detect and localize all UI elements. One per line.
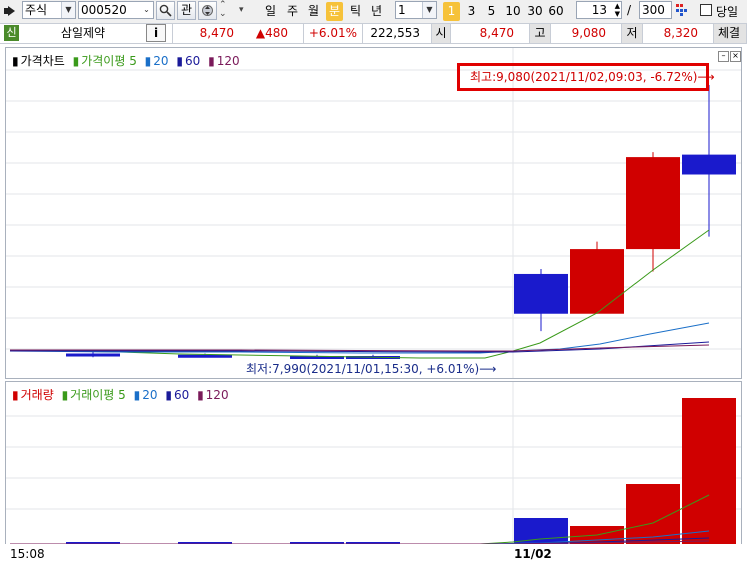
- search-button[interactable]: [156, 1, 175, 20]
- count-value: 13: [591, 3, 607, 17]
- quick-interval-30[interactable]: 30: [525, 2, 545, 21]
- period-day[interactable]: 일: [262, 2, 279, 21]
- open-price: 8,470: [479, 26, 514, 40]
- legend-label: 20: [142, 388, 158, 402]
- magnifier-icon: [159, 4, 172, 17]
- low-price-annotation: 최저:7,990(2021/11/01,15:30, +6.01%)⟶: [246, 362, 497, 376]
- today-label: 당일: [716, 5, 739, 19]
- count-separator: /: [627, 3, 632, 17]
- quick-interval-10[interactable]: 10: [503, 2, 523, 21]
- settings-button[interactable]: [198, 1, 217, 20]
- spin-arrows-icon: ▲ ▼: [614, 2, 620, 18]
- legend-label: 120: [216, 54, 240, 68]
- market-select-value: 주식: [25, 3, 48, 17]
- legend-volume: ▮ 거래량: [12, 388, 54, 402]
- legend-vol-ma60: ▮ 60: [165, 388, 190, 402]
- legend-label: 120: [205, 388, 229, 402]
- new-badge: 신: [4, 25, 19, 41]
- legend-ma5: ▮ 가격이평 5: [72, 54, 137, 68]
- legend-ma120: ▮ 120: [208, 54, 240, 68]
- price-chart-panel[interactable]: ▮ 가격차트 ▮ 가격이평 5 ▮ 20 ▮ 60 ▮ 120 – ×: [5, 47, 742, 379]
- interval-select[interactable]: 1 ▼: [395, 1, 437, 19]
- legend-ma20: ▮ 20: [144, 54, 169, 68]
- high-price: 9,080: [571, 26, 606, 40]
- legend-label: 가격이평 5: [81, 54, 137, 68]
- minimize-button[interactable]: –: [718, 51, 729, 62]
- high-price-annotation: 최고:9,080(2021/11/02,09:03, -6.72%)⟶: [457, 63, 715, 91]
- trade-volume: 222,553: [362, 24, 430, 43]
- grid-dots-icon[interactable]: [675, 3, 689, 17]
- period-minute[interactable]: 분: [326, 2, 343, 21]
- close-button[interactable]: ×: [730, 51, 741, 62]
- period-week[interactable]: 주: [284, 2, 301, 21]
- stock-code-input[interactable]: 000520 ⌄: [78, 1, 154, 19]
- legend-ma60: ▮ 60: [176, 54, 201, 68]
- prev-next-stepper[interactable]: ⌃ ⌄ ▾: [219, 1, 249, 20]
- quick-interval-3[interactable]: 3: [463, 2, 480, 21]
- quick-interval-5[interactable]: 5: [483, 2, 500, 21]
- legend-label: 거래이평 5: [70, 388, 126, 402]
- legend-vol-ma20: ▮ 20: [133, 388, 158, 402]
- toolbar: 주식 ▼ 000520 ⌄ 관 ⌃ ⌄ ▾ 일 주 월 분 틱 년 1 ▼ 1 3…: [0, 0, 747, 23]
- legend-vol-ma5: ▮ 거래이평 5: [61, 388, 126, 402]
- current-price: 8,470: [172, 24, 248, 43]
- legend-label: 60: [185, 54, 201, 68]
- legend-label: 60: [173, 388, 190, 402]
- price-change: ▲480: [255, 26, 288, 40]
- volume-legend: ▮ 거래량 ▮ 거래이평 5 ▮ 20 ▮ 60 ▮ 120: [12, 386, 233, 403]
- quick-interval-1[interactable]: 1: [443, 2, 460, 21]
- market-select[interactable]: 주식 ▼: [22, 1, 76, 19]
- legend-label: 20: [153, 54, 169, 68]
- time-axis-label-date: 11/02: [514, 547, 552, 561]
- trade-label: 체결: [713, 24, 747, 43]
- chevron-down-icon: ▼: [61, 2, 75, 18]
- stock-code-value: 000520: [81, 3, 127, 17]
- circle-arrows-icon: [202, 5, 213, 16]
- chevron-down-icon: ▾: [239, 5, 244, 15]
- total-input[interactable]: 300: [639, 1, 672, 19]
- volume-chart-panel[interactable]: ▮ 거래량 ▮ 거래이평 5 ▮ 20 ▮ 60 ▮ 120: [5, 381, 742, 545]
- time-axis-label-start: 15:08: [10, 547, 45, 561]
- chevron-down-icon: ▼: [422, 2, 436, 18]
- legend-price-chart: ▮ 가격차트: [12, 54, 65, 68]
- open-label: 시: [431, 24, 451, 43]
- legend-label: 거래량: [20, 388, 54, 402]
- price-legend: ▮ 가격차트 ▮ 가격이평 5 ▮ 20 ▮ 60 ▮ 120: [12, 52, 244, 69]
- stock-info-row: 신 삼일제약 i 8,470 ▲480 +6.01% 222,553 시 8,4…: [0, 23, 747, 44]
- period-year[interactable]: 년: [368, 2, 385, 21]
- stock-name: 삼일제약: [60, 26, 106, 40]
- legend-label: 가격차트: [20, 54, 65, 68]
- quick-interval-60[interactable]: 60: [546, 2, 566, 21]
- count-stepper[interactable]: 13 ▲ ▼: [576, 1, 622, 19]
- change-percent: +6.01%: [303, 24, 361, 43]
- low-label: 저: [621, 24, 643, 43]
- period-tick[interactable]: 틱: [347, 2, 364, 21]
- interval-value: 1: [398, 3, 406, 17]
- interest-button[interactable]: 관: [177, 1, 196, 20]
- pin-icon[interactable]: [3, 4, 17, 18]
- total-value: 300: [642, 3, 665, 17]
- high-label: 고: [529, 24, 551, 43]
- info-button[interactable]: i: [146, 24, 166, 42]
- low-price: 8,320: [663, 26, 698, 40]
- up-down-arrow-icon: ⌃ ⌄: [219, 0, 227, 19]
- time-axis: 15:08 11/02: [0, 544, 747, 565]
- period-month[interactable]: 월: [305, 2, 322, 21]
- chevron-down-icon: ⌄: [140, 2, 153, 18]
- legend-vol-ma120: ▮ 120: [197, 388, 229, 402]
- today-checkbox[interactable]: [700, 4, 712, 16]
